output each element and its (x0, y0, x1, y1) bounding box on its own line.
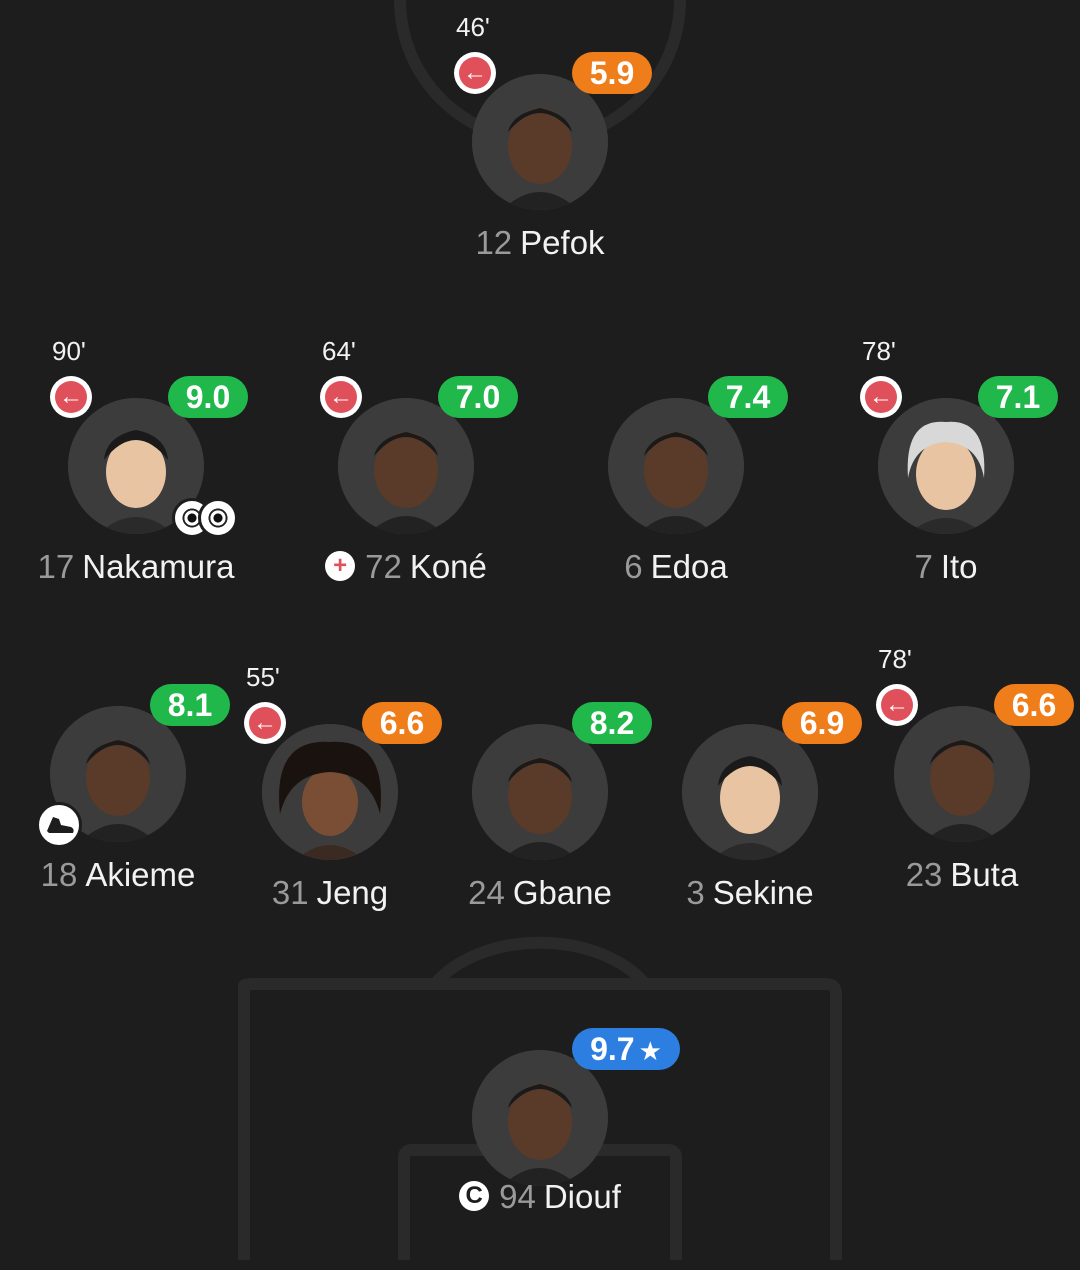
rating-badge: 6.6 (994, 684, 1074, 726)
sub-minute: 64' (322, 336, 356, 366)
player-name: 12 Pefok (380, 224, 700, 262)
rating-badge: 7.1 (978, 376, 1058, 418)
shirt-number: 6 (624, 548, 643, 585)
player-photo (878, 398, 1014, 534)
player-name-text: Buta (950, 856, 1019, 893)
shirt-number: 24 (468, 874, 505, 911)
arrow-left-icon: ← (50, 376, 92, 418)
arrow-left-icon: ← (860, 376, 902, 418)
arrow-left-icon: ← (876, 684, 918, 726)
rating-badge: 9.0 (168, 376, 248, 418)
player-diouf[interactable]: 9.7 ★ C 94 Diouf (420, 1028, 680, 1270)
player-name-text: Ito (940, 548, 978, 585)
rating-badge: 5.9 (572, 52, 652, 94)
shirt-number: 17 (37, 548, 75, 585)
player-photo (472, 724, 608, 860)
player-name-text: Edoa (650, 548, 728, 585)
player-name: C 94 Diouf (380, 1178, 700, 1216)
player-name-text: Koné (409, 548, 487, 585)
player-kone[interactable]: 64' ← 7.0 +72 Koné (286, 336, 526, 618)
player-photo (894, 706, 1030, 842)
sub-minute: 78' (878, 644, 912, 674)
sub-minute: 90' (52, 336, 86, 366)
player-nakamura[interactable]: 90' ← 9.0 17 Nakamura (16, 336, 256, 618)
player-photo (472, 1050, 608, 1186)
arrow-left-icon: ← (244, 702, 286, 744)
sub-minute: 78' (862, 336, 896, 366)
player-edoa[interactable]: 7.4 6 Edoa (556, 376, 796, 618)
sub-minute: 46' (456, 12, 490, 42)
shirt-number: 3 (686, 874, 705, 911)
captain-c-icon: C (459, 1181, 490, 1212)
player-name-text: Nakamura (82, 548, 235, 585)
rating-badge: 7.4 (708, 376, 788, 418)
shirt-number: 7 (914, 548, 933, 585)
shirt-number: 23 (905, 856, 943, 893)
player-photo (682, 724, 818, 860)
player-photo (472, 74, 608, 210)
player-name: 7 Ito (786, 548, 1080, 586)
shirt-number: 12 (475, 224, 513, 261)
boot-icon (36, 802, 82, 848)
player-name-text: Pefok (520, 224, 605, 261)
football-icon (198, 498, 238, 538)
player-photo (262, 724, 398, 860)
player-name-text: Diouf (543, 1178, 621, 1215)
rating-value: 9.7 (590, 1031, 635, 1067)
shirt-number: 94 (499, 1178, 536, 1215)
player-name-text: Sekine (712, 874, 814, 911)
player-photo (608, 398, 744, 534)
arrow-left-icon: ← (454, 52, 496, 94)
shirt-number: 31 (271, 874, 309, 911)
player-ito[interactable]: 78' ← 7.1 7 Ito (826, 336, 1066, 618)
rating-badge: 9.7 ★ (572, 1028, 680, 1070)
rating-badge: 7.0 (438, 376, 518, 418)
player-name-text: Jeng (316, 874, 389, 911)
sub-minute: 55' (246, 662, 280, 692)
shirt-number: 72 (365, 548, 402, 585)
arrow-left-icon: ← (320, 376, 362, 418)
shirt-number: 18 (40, 856, 78, 893)
rating-badge: 8.1 (150, 684, 230, 726)
plus-icon: + (325, 551, 356, 582)
player-sekine[interactable]: 6.9 3 Sekine (630, 702, 870, 944)
goals-indicator (172, 498, 244, 538)
star-icon: ★ (638, 1036, 662, 1066)
player-pefok[interactable]: 46' ← 5.9 12 Pefok (420, 12, 660, 294)
player-buta[interactable]: 78' ← 6.6 23 Buta (842, 644, 1080, 926)
player-photo (338, 398, 474, 534)
player-name: 23 Buta (802, 856, 1080, 894)
